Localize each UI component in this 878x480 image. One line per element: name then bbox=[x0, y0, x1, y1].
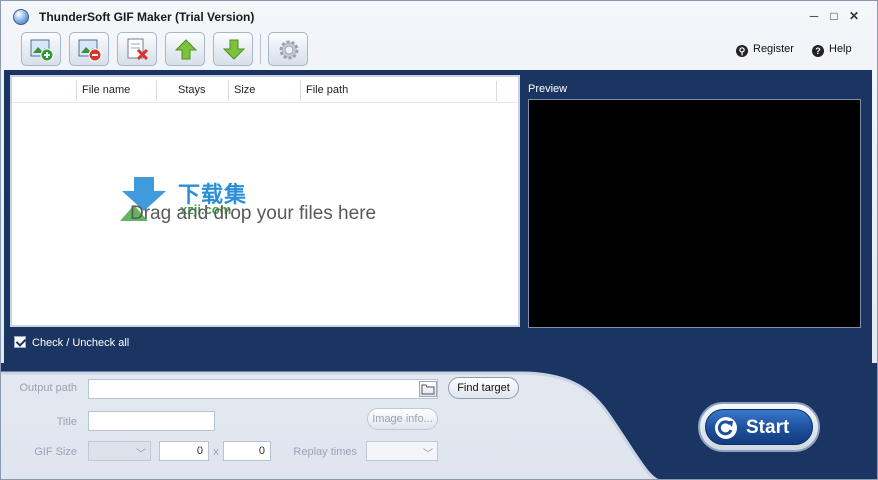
help-link[interactable]: ? Help bbox=[812, 42, 852, 58]
settings-button[interactable] bbox=[268, 32, 308, 66]
file-list-header: File name Stays Size File path bbox=[12, 77, 518, 103]
check-all-label: Check / Uncheck all bbox=[32, 337, 130, 349]
refresh-icon bbox=[715, 417, 737, 439]
chevron-down-icon: ﹀ bbox=[136, 449, 146, 460]
column-size[interactable]: Size bbox=[234, 84, 255, 96]
chevron-down-icon: ﹀ bbox=[423, 449, 433, 460]
column-divider bbox=[300, 81, 301, 101]
column-stays[interactable]: Stays bbox=[178, 84, 206, 96]
add-file-button[interactable] bbox=[21, 32, 61, 66]
column-file-name[interactable]: File name bbox=[82, 84, 130, 96]
title-bar: ThunderSoft GIF Maker (Trial Version) ─ … bbox=[1, 1, 877, 31]
toolbar-divider bbox=[260, 34, 261, 64]
preview-pane bbox=[528, 99, 861, 328]
width-input[interactable]: 0 bbox=[159, 441, 209, 461]
column-file-path[interactable]: File path bbox=[306, 84, 348, 96]
close-button[interactable]: ✕ bbox=[847, 9, 861, 23]
maximize-button[interactable]: □ bbox=[827, 9, 841, 23]
start-button-face: Start bbox=[705, 409, 813, 445]
gif-size-label: GIF Size bbox=[34, 446, 77, 458]
check-all-checkbox[interactable] bbox=[14, 336, 26, 348]
toolbar: ⚲ Register ? Help bbox=[1, 31, 877, 69]
column-divider bbox=[228, 81, 229, 101]
folder-icon bbox=[421, 384, 435, 395]
title-input[interactable] bbox=[88, 411, 215, 431]
main-panel: File name Stays Size File path 下载集 xzji.… bbox=[4, 70, 872, 374]
replay-times-label: Replay times bbox=[293, 446, 357, 458]
remove-file-button[interactable] bbox=[69, 32, 109, 66]
arrow-down-icon bbox=[222, 39, 246, 60]
check-all-toggle[interactable]: Check / Uncheck all bbox=[14, 336, 129, 350]
gear-icon bbox=[279, 40, 299, 60]
clear-list-button[interactable] bbox=[117, 32, 157, 66]
register-link[interactable]: ⚲ Register bbox=[736, 42, 794, 58]
find-target-button[interactable]: Find target bbox=[448, 377, 519, 399]
preview-label: Preview bbox=[528, 83, 568, 95]
move-down-button[interactable] bbox=[213, 32, 253, 66]
start-label: Start bbox=[746, 417, 790, 438]
window-title: ThunderSoft GIF Maker (Trial Version) bbox=[39, 10, 255, 24]
start-button[interactable]: Start bbox=[698, 402, 820, 452]
key-icon: ⚲ bbox=[736, 45, 748, 57]
output-path-input[interactable] bbox=[88, 379, 438, 399]
clear-list-icon bbox=[127, 38, 149, 61]
replay-times-select[interactable]: ﹀ bbox=[366, 441, 438, 461]
times-separator: x bbox=[213, 446, 219, 458]
minimize-button[interactable]: ─ bbox=[807, 9, 821, 23]
image-remove-icon bbox=[78, 39, 102, 62]
browse-folder-button[interactable] bbox=[419, 381, 437, 397]
image-add-icon bbox=[30, 39, 54, 62]
help-icon: ? bbox=[812, 45, 824, 57]
image-info-button[interactable]: Image info... bbox=[367, 408, 438, 430]
column-divider bbox=[156, 81, 157, 101]
app-window: ThunderSoft GIF Maker (Trial Version) ─ … bbox=[0, 0, 878, 480]
column-divider bbox=[76, 81, 77, 101]
file-list[interactable]: File name Stays Size File path 下载集 xzji.… bbox=[10, 75, 520, 327]
height-input[interactable]: 0 bbox=[223, 441, 271, 461]
move-up-button[interactable] bbox=[165, 32, 205, 66]
column-divider bbox=[496, 81, 497, 101]
arrow-up-icon bbox=[174, 39, 198, 60]
output-settings: Output path Find target Title Image info… bbox=[1, 363, 877, 479]
register-label: Register bbox=[753, 43, 794, 55]
help-label: Help bbox=[829, 43, 852, 55]
output-path-label: Output path bbox=[19, 382, 78, 394]
title-label: Title bbox=[56, 416, 77, 428]
drop-hint: Drag and drop your files here bbox=[130, 203, 377, 224]
gif-size-select[interactable]: ﹀ bbox=[88, 441, 151, 461]
app-logo-icon bbox=[13, 9, 29, 25]
